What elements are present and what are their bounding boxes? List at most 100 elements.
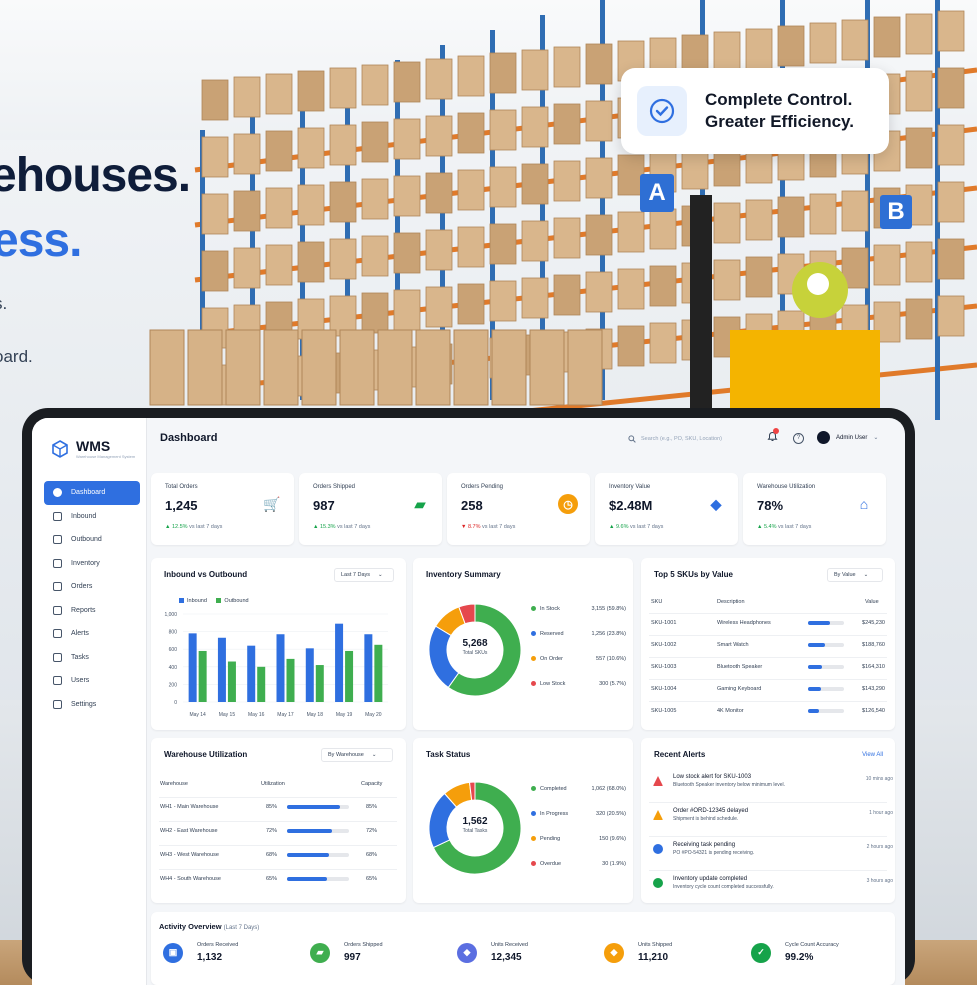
card-title: Top 5 SKUs by Value [654, 570, 733, 579]
row-divider [159, 797, 397, 798]
sidebar-item-users[interactable]: Users [44, 669, 140, 693]
pallet-box [361, 178, 389, 220]
bar-outbound[interactable] [374, 644, 383, 702]
floor-pallet [263, 329, 299, 406]
help-icon[interactable]: ? [793, 433, 804, 444]
pallet-box [457, 112, 485, 154]
sidebar-item-reports[interactable]: Reports [44, 599, 140, 623]
alert-item[interactable]: Low stock alert for SKU-1003 Bluetooth Sp… [653, 774, 893, 788]
legend-item: On Order 557 (10.6%) [531, 656, 626, 662]
bar-inbound[interactable] [217, 637, 226, 702]
bar-outbound[interactable] [315, 665, 324, 702]
sidebar-item-tasks[interactable]: Tasks [44, 646, 140, 670]
hero-headline-line2: ess. [0, 214, 82, 267]
pallet-box [425, 58, 453, 100]
page-title: Dashboard [160, 432, 218, 444]
sidebar-item-label: Reports [71, 606, 96, 614]
pallet-box [201, 193, 229, 235]
pallet-box [873, 244, 901, 286]
alerts-icon [53, 629, 62, 639]
sidebar-item-settings[interactable]: Settings [44, 693, 140, 717]
alert-item[interactable]: Receiving task pending PO #PO-54321 is pe… [653, 842, 893, 856]
x-tick-label: May 14 [189, 712, 206, 718]
view-all-link[interactable]: View All [862, 752, 883, 758]
bar-outbound[interactable] [345, 650, 354, 702]
sidebar-item-dashboard[interactable]: Dashboard [44, 481, 140, 505]
app-logo[interactable]: WMS Warehouse Management System [50, 438, 135, 459]
date-range-select[interactable]: Last 7 Days ⌄ [334, 568, 394, 582]
kpi-card[interactable]: Orders Pending 258 ▼ 8.7% vs last 7 days ◷ [447, 473, 590, 545]
pallet-box [297, 184, 325, 226]
sidebar-item-alerts[interactable]: Alerts [44, 622, 140, 646]
sku-id[interactable]: SKU-1004 [651, 686, 676, 692]
bar-inbound[interactable] [335, 623, 344, 702]
value-bar-fill [808, 665, 823, 669]
search-input[interactable]: Search (e.g., PO, SKU, Location) [628, 430, 751, 448]
legend-dot [531, 656, 536, 662]
alert-item[interactable]: Inventory update completed Inventory cycl… [653, 876, 893, 890]
warehouse-filter-select[interactable]: By Warehouse ⌄ [321, 748, 393, 762]
table-header: Utilization [261, 781, 285, 787]
pallet-box [649, 322, 677, 364]
user-menu[interactable]: Admin User ⌄ [817, 431, 878, 444]
pallet-box [201, 136, 229, 178]
legend-pct: (10.6%) [606, 656, 626, 662]
activity-label: Units Received [491, 942, 528, 948]
bar-inbound[interactable] [188, 633, 197, 702]
pallet-box [201, 79, 229, 121]
kpi-card[interactable]: Orders Shipped 987 ▲ 15.3% vs last 7 days ▰ [299, 473, 442, 545]
sidebar-item-label: Settings [71, 700, 97, 708]
bar-outbound[interactable] [257, 666, 266, 702]
bar-inbound[interactable] [247, 645, 256, 702]
sidebar-item-orders[interactable]: Orders [44, 575, 140, 599]
sort-select[interactable]: By Value ⌄ [827, 568, 883, 582]
bar-outbound[interactable] [227, 661, 236, 702]
pallet-box [777, 196, 805, 238]
bar-inbound[interactable] [276, 634, 285, 702]
warehouse-name[interactable]: WH1 - Main Warehouse [160, 804, 218, 810]
kpi-change-period: vs last 7 days [337, 524, 371, 530]
pallet-box [745, 256, 773, 298]
bar-outbound[interactable] [198, 650, 207, 702]
warehouse-name[interactable]: WH4 - South Warehouse [160, 876, 221, 882]
kpi-card[interactable]: Inventory Value $2.48M ▲ 9.6% vs last 7 da… [595, 473, 738, 545]
sidebar-item-inbound[interactable]: Inbound [44, 505, 140, 529]
capacity-value: 72% [366, 828, 378, 834]
activity-value: 997 [344, 952, 361, 963]
warehouse-name[interactable]: WH3 - West Warehouse [160, 852, 219, 858]
kpi-value: 258 [461, 498, 483, 513]
pallet-box [297, 127, 325, 169]
warehouse-name[interactable]: WH2 - East Warehouse [160, 828, 218, 834]
table-header: SKU [651, 599, 663, 605]
legend-label: Overdue [540, 861, 562, 867]
donut-slice[interactable] [428, 625, 460, 689]
warehouse-racks [149, 0, 977, 420]
logo-text: WMS [76, 438, 111, 454]
bar-outbound[interactable] [286, 658, 295, 702]
tasks-icon [53, 652, 62, 662]
sidebar-item-outbound[interactable]: Outbound [44, 528, 140, 552]
pallet-box [233, 76, 261, 118]
sku-id[interactable]: SKU-1001 [651, 620, 676, 626]
value-bar-fill [808, 709, 820, 713]
bar-inbound[interactable] [305, 648, 314, 702]
bar-inbound[interactable] [364, 634, 373, 702]
sidebar-item-label: Inbound [71, 512, 97, 520]
pallet-box [489, 223, 517, 265]
kpi-label: Inventory Value [609, 484, 651, 490]
rack-sign-b: B [880, 195, 912, 229]
activity-item: ◆ Units Received 12,345 [457, 942, 528, 963]
legend-label: In Stock [540, 606, 560, 612]
activity-item: ◆ Units Shipped 11,210 [604, 942, 672, 963]
alert-item[interactable]: Order #ORD-12345 delayed Shipment is behi… [653, 808, 893, 822]
sku-id[interactable]: SKU-1002 [651, 642, 676, 648]
sidebar-item-inventory[interactable]: Inventory [44, 552, 140, 576]
kpi-card[interactable]: Total Orders 1,245 ▲ 12.5% vs last 7 days 🛒 [151, 473, 294, 545]
sku-description: Gaming Keyboard [717, 686, 762, 692]
pallet-box [361, 292, 389, 334]
sku-id[interactable]: SKU-1005 [651, 708, 676, 714]
row-divider [159, 821, 397, 822]
sku-id[interactable]: SKU-1003 [651, 664, 676, 670]
kpi-change: ▲ 9.6% vs last 7 days [609, 524, 663, 530]
kpi-card[interactable]: Warehouse Utilization 78% ▲ 5.4% vs last 7… [743, 473, 886, 545]
